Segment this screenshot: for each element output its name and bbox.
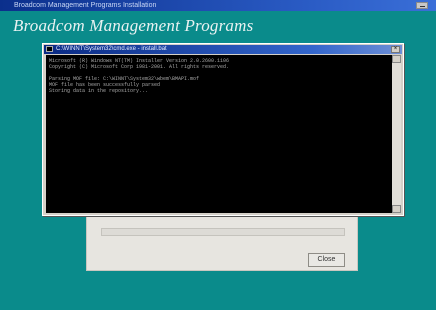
command-prompt-title-bar[interactable]: C:\WINNT\System32\cmd.exe - install.bat … [44, 45, 402, 54]
console-line: Storing data in the repository... [49, 88, 149, 94]
command-prompt-icon [46, 46, 53, 52]
command-prompt-window[interactable]: C:\WINNT\System32\cmd.exe - install.bat … [42, 43, 404, 216]
app-title: Broadcom Management Programs [13, 16, 254, 35]
installer-title-bar: Broadcom Management Programs Installatio… [0, 0, 436, 11]
progress-bar [101, 228, 345, 236]
console-scrollbar[interactable] [392, 55, 401, 213]
console-close-button[interactable]: × [391, 46, 400, 53]
close-button[interactable]: Close [308, 253, 345, 267]
installer-window-title: Broadcom Management Programs Installatio… [14, 2, 157, 9]
scroll-down-arrow-icon[interactable] [392, 205, 401, 213]
console-output: Microsoft (R) Windows NT(TM) Installer V… [46, 55, 392, 213]
command-prompt-title: C:\WINNT\System32\cmd.exe - install.bat [56, 46, 167, 52]
console-line: Copyright (C) Microsoft Corp 1981-2001. … [49, 64, 230, 70]
scroll-up-arrow-icon[interactable] [392, 55, 401, 63]
minimize-button[interactable] [416, 2, 428, 9]
progress-dialog: Close [86, 213, 358, 271]
desktop-background: Broadcom Management Programs Installatio… [0, 0, 436, 310]
